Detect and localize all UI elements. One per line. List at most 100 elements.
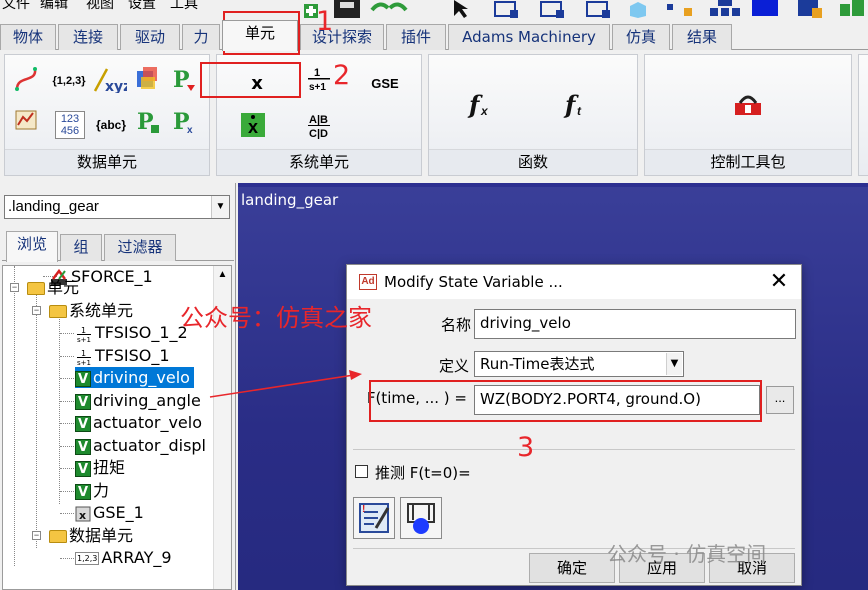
select-arrow-icon[interactable]: [450, 0, 472, 18]
edit-comments-button[interactable]: !: [353, 497, 395, 539]
view-front-icon[interactable]: [492, 0, 522, 18]
folder-icon: [49, 305, 67, 318]
spline-icon[interactable]: [13, 65, 41, 93]
watermark: 公众号 · 仿真空间: [607, 542, 767, 566]
tab-connectors[interactable]: 连接: [58, 24, 118, 50]
svg-text:s+1: s+1: [77, 359, 91, 366]
tab-groups[interactable]: 组: [60, 234, 102, 261]
tree-item-label: driving_angle: [93, 391, 201, 410]
save-icon[interactable]: [332, 0, 362, 18]
browser-tab-bar: 浏览 组 过滤器: [2, 231, 234, 262]
view-iso-icon[interactable]: [626, 0, 650, 18]
tree-guide: [60, 558, 74, 559]
svg-text:A|B: A|B: [309, 114, 328, 126]
tab-plugins[interactable]: 插件: [386, 24, 446, 50]
tree-item-driving-angle[interactable]: Vdriving_angle: [75, 390, 201, 411]
group-icon[interactable]: [796, 0, 826, 18]
menu-edit[interactable]: 编辑: [40, 0, 68, 13]
tree-item-elements[interactable]: 单元: [27, 277, 79, 298]
undo-redo-icon[interactable]: [368, 0, 408, 18]
connector-icon[interactable]: [664, 0, 694, 18]
tab-simulation[interactable]: 仿真: [612, 24, 670, 50]
string-icon[interactable]: {abc}: [93, 111, 129, 139]
linear-state-equation-icon[interactable]: A|B C|D: [305, 111, 333, 139]
curve-xyz-icon[interactable]: xyz: [93, 65, 127, 93]
scroll-up-icon[interactable]: ▲: [214, 266, 231, 284]
tab-browse[interactable]: 浏览: [6, 231, 58, 262]
tree-item-tfsiso-1[interactable]: 1 s+1 TFSISO_1: [75, 345, 170, 366]
hierarchy-icon[interactable]: [708, 0, 742, 18]
tree-item-array-9[interactable]: 1,2,3 ARRAY_9: [75, 547, 172, 568]
model-select[interactable]: .landing_gear ▼: [4, 195, 230, 219]
tree-item-label: TFSISO_1_2: [95, 323, 188, 342]
view-side-icon[interactable]: [538, 0, 568, 18]
annotation-overlay-text: 公众号：仿真之家: [180, 304, 372, 332]
control-toolkit-icon[interactable]: [733, 91, 763, 119]
name-label: 名称: [440, 316, 471, 334]
ribbon-group-overflow: [858, 54, 868, 176]
menu-file[interactable]: 文件: [2, 0, 30, 13]
chevron-down-icon[interactable]: ▼: [666, 353, 682, 375]
tree-item-label: actuator_displ: [93, 436, 206, 455]
collapse-icon[interactable]: −: [32, 306, 41, 315]
tab-design-exploration[interactable]: 设计探索: [300, 24, 384, 50]
tree-item-label: 力: [93, 481, 110, 500]
tree-item-system-elements[interactable]: 系统单元: [49, 300, 133, 321]
parts-icon[interactable]: [838, 0, 866, 18]
tree-item-label: SFORCE_1: [71, 267, 153, 286]
tab-filters[interactable]: 过滤器: [104, 234, 176, 261]
differential-equation-icon[interactable]: x: [239, 111, 267, 139]
view-top-icon[interactable]: [584, 0, 614, 18]
ok-button[interactable]: 确定: [529, 553, 615, 583]
svg-text:!: !: [362, 504, 365, 515]
edit-value-button[interactable]: [400, 497, 442, 539]
color-block-icon[interactable]: [750, 0, 780, 18]
close-icon[interactable]: ✕: [767, 268, 791, 294]
matrix-cube-icon[interactable]: [133, 65, 161, 93]
collapse-icon[interactable]: −: [10, 283, 19, 292]
function-icon[interactable]: fx: [467, 89, 497, 121]
tab-results[interactable]: 结果: [672, 24, 732, 50]
tree-item-actuator-displ[interactable]: Vactuator_displ: [75, 435, 206, 456]
tab-motions[interactable]: 驱动: [120, 24, 180, 50]
tab-forces[interactable]: 力: [182, 24, 220, 50]
tree-guide: [59, 308, 60, 504]
tree-guide: [60, 468, 74, 469]
definition-select[interactable]: Run-Time表达式 ▼: [474, 351, 684, 377]
plant-state-icon[interactable]: P: [135, 107, 163, 135]
svg-text:P: P: [173, 67, 190, 93]
tree-item-driving-velo[interactable]: Vdriving_velo: [75, 367, 194, 388]
tree-item-data-elements[interactable]: 数据单元: [49, 525, 133, 546]
svg-text:1: 1: [81, 349, 86, 358]
folder-icon: [27, 282, 45, 295]
transfer-function-icon[interactable]: 1s+1: [305, 65, 333, 93]
collapse-icon[interactable]: −: [32, 531, 41, 540]
plant-input-icon[interactable]: P: [171, 65, 199, 93]
tab-elements[interactable]: 单元: [222, 20, 298, 51]
dialog-title: Modify State Variable ...: [384, 273, 563, 291]
matrix-icon[interactable]: 123 456: [55, 111, 85, 139]
guess-checkbox[interactable]: [355, 465, 368, 478]
name-field[interactable]: driving_velo: [474, 309, 796, 339]
tree-item-force[interactable]: V力: [75, 480, 109, 501]
menu-view[interactable]: 视图: [86, 0, 114, 13]
function-builder-button[interactable]: ...: [766, 386, 794, 414]
gse-icon[interactable]: GSE: [365, 69, 405, 97]
tree-item-tfsiso-1-2[interactable]: 1 s+1 TFSISO_1_2: [75, 322, 188, 343]
function-time-icon[interactable]: ft: [563, 89, 593, 121]
plant-output-icon[interactable]: Px: [171, 107, 199, 135]
svg-text:x: x: [248, 117, 258, 137]
tree-item-actuator-velo[interactable]: Vactuator_velo: [75, 412, 202, 433]
dialog-separator: [353, 449, 795, 450]
array-icon[interactable]: {1,2,3}: [49, 67, 89, 95]
chevron-down-icon[interactable]: ▼: [211, 196, 229, 218]
menu-settings[interactable]: 设置: [128, 0, 156, 13]
tree-guide: [60, 513, 74, 514]
tab-bodies[interactable]: 物体: [0, 24, 56, 50]
tab-adams-machinery[interactable]: Adams Machinery: [448, 24, 610, 50]
dialog-titlebar[interactable]: Ad Modify State Variable ... ✕: [347, 265, 801, 299]
string-chart-icon[interactable]: [13, 107, 41, 135]
tree-item-torque[interactable]: V 扭矩: [75, 457, 125, 478]
tree-item-gse[interactable]: x GSE_1: [75, 502, 144, 523]
menu-tools[interactable]: 工具: [170, 0, 198, 13]
